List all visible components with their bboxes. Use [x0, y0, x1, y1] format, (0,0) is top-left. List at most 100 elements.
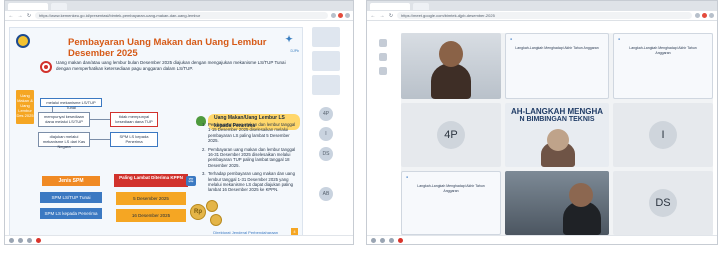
reload-icon[interactable]: ↻ — [26, 13, 32, 19]
list-item: 2. Pembayaran uang makan dan lembur tangg… — [202, 146, 296, 168]
banner-line-2: N BIMBINGAN TEKNIS — [519, 116, 595, 123]
initial-tile[interactable]: DS — [613, 171, 713, 235]
initial-tile[interactable]: 4P — [401, 103, 501, 167]
meeting-grid: ● Langkah-Langkah Menghadapi Akhir Tahun… — [401, 33, 713, 235]
participant-video[interactable] — [312, 27, 340, 47]
spm-item: SPM LS kepada Penerima — [40, 208, 102, 219]
extension-icon[interactable] — [338, 13, 343, 18]
participant-video[interactable] — [312, 51, 340, 71]
conditions-list: 1. Pembayaran uang makan dan lembur tangg… — [202, 122, 298, 196]
kemenkeu-logo — [16, 34, 30, 48]
participant-strip: 4P I DS AB — [308, 27, 348, 239]
speaker-tile[interactable] — [505, 171, 609, 235]
share-logo: ● — [618, 37, 621, 41]
camera-icon[interactable] — [380, 237, 385, 243]
left-url-input[interactable]: https://www.kemenkeu.go.id/presentasi/bi… — [35, 12, 328, 19]
initial-avatar: DS — [649, 189, 677, 217]
left-address-bar: ← → ↻ https://www.kemenkeu.go.id/present… — [5, 11, 353, 21]
flow-arrow — [90, 119, 110, 120]
right-url-input[interactable]: https://meet.google.com/bimtek-djpb-dese… — [397, 12, 692, 19]
left-meeting-controls — [5, 235, 353, 244]
slide-title: Pembayaran Uang Makan dan Uang Lembur De… — [68, 37, 267, 59]
end-call-icon[interactable] — [36, 237, 41, 243]
left-active-tab[interactable] — [8, 2, 48, 10]
back-icon[interactable]: ← — [8, 13, 14, 19]
extension-icon[interactable] — [702, 13, 707, 18]
right-active-tab[interactable] — [370, 2, 410, 10]
participant-avatar[interactable]: AB — [319, 187, 333, 201]
back-icon[interactable]: ← — [370, 13, 376, 19]
participant-avatar[interactable]: I — [319, 127, 333, 141]
extension-icon[interactable] — [331, 13, 336, 18]
participant-head — [569, 183, 593, 207]
participant-avatar[interactable]: 4P — [319, 107, 333, 121]
camera-icon[interactable] — [18, 237, 23, 243]
participant-head — [439, 41, 463, 67]
flow-box-1: mempunyai kesediaan dana melalui LS/TUP — [38, 112, 90, 127]
shared-screen-tile[interactable]: ● Langkah-Langkah Menghadapi Akhir Tahun… — [401, 171, 501, 235]
flow-box-2: diajukan melalui mekanisme LS dari Kas N… — [38, 132, 90, 149]
present-icon[interactable] — [27, 237, 32, 243]
meeting-side-strip — [371, 33, 397, 235]
participant-video[interactable] — [312, 75, 340, 95]
right-tab-bar — [367, 1, 717, 11]
flow-top-box: melalui mekanisme LS/TUP Tunai — [40, 98, 102, 110]
left-tab-bar — [5, 1, 353, 11]
present-icon[interactable] — [389, 237, 394, 243]
share-logo: ● — [510, 37, 513, 41]
mic-icon[interactable] — [9, 237, 14, 243]
initial-avatar: 4P — [437, 121, 465, 149]
mic-icon[interactable] — [371, 237, 376, 243]
initial-tile[interactable]: I — [613, 103, 713, 167]
participant-head — [547, 129, 569, 151]
right-extensions — [695, 13, 714, 18]
deadline-item: 5 Desember 2025 — [116, 192, 186, 205]
shared-screen-tile[interactable]: ● Langkah-Langkah Menghadapi Akhir Tahun… — [505, 33, 609, 99]
initial-avatar: I — [649, 121, 677, 149]
coin-icon: Rp — [190, 204, 206, 220]
right-meeting-controls — [367, 235, 717, 244]
deadline-item: 16 Desember 2025 — [116, 209, 186, 222]
list-item: 1. Pembayaran uang makan dan lembur tangg… — [202, 122, 296, 144]
forward-icon[interactable]: → — [379, 13, 385, 19]
presentation-slide: ✦ DJPb Pembayaran Uang Makan dan Uang Le… — [9, 27, 303, 239]
chat-icon[interactable] — [379, 53, 387, 61]
share-title: Langkah-Langkah Menghadapi Akhir Tahun A… — [417, 184, 485, 193]
profile-icon[interactable] — [345, 13, 350, 18]
right-browser-window: ← → ↻ https://meet.google.com/bimtek-djp… — [366, 0, 718, 245]
target-icon — [40, 61, 52, 73]
side-label: Uang Makan & Uang Lembur Des 2025 — [16, 90, 34, 124]
share-logo: ● — [406, 175, 409, 179]
presenter-tile[interactable]: AH-LANGKAH MENGHA N BIMBINGAN TEKNIS — [505, 103, 609, 167]
share-title: Langkah-Langkah Menghadapi Akhir Tahun A… — [515, 46, 599, 50]
people-icon[interactable] — [379, 39, 387, 47]
flow-box-4: SPM LS kepada Penerima — [110, 132, 158, 147]
left-tab[interactable] — [51, 2, 67, 10]
end-call-icon[interactable] — [398, 237, 403, 243]
banner-line-1: AH-LANGKAH MENGHA — [511, 107, 603, 116]
slide-intro: Uang makan dan/atau uang lembur bulan De… — [56, 60, 286, 71]
right-address-bar: ← → ↻ https://meet.google.com/bimtek-djp… — [367, 11, 717, 21]
coin-icon — [210, 214, 222, 226]
left-extensions — [331, 13, 350, 18]
left-browser-window: ← → ↻ https://www.kemenkeu.go.id/present… — [4, 0, 354, 245]
spm-title: Jenis SPM — [42, 176, 100, 186]
share-title: Langkah-Langkah Menghadapi Akhir Tahun A… — [629, 46, 697, 55]
video-tile[interactable] — [401, 33, 501, 99]
activities-icon[interactable] — [379, 67, 387, 75]
left-content: ✦ DJPb Pembayaran Uang Makan dan Uang Le… — [5, 23, 353, 244]
flow-arrow — [90, 139, 110, 140]
right-tab[interactable] — [413, 2, 429, 10]
participant-avatar[interactable]: DS — [319, 147, 333, 161]
flow-box-3: tidak mempunyai kesediaan dana TUP — [110, 112, 158, 127]
shared-screen-tile[interactable]: ● Langkah-Langkah Menghadapi Akhir Tahun… — [613, 33, 713, 99]
right-content: ● Langkah-Langkah Menghadapi Akhir Tahun… — [367, 23, 717, 244]
list-item: 3. Terhadap pembayaran uang makan dan uan… — [202, 171, 295, 193]
extension-icon[interactable] — [695, 13, 700, 18]
profile-icon[interactable] — [709, 13, 714, 18]
participant-body — [431, 63, 471, 99]
deadline-title: Paling Lambat Diterima KPPN — [114, 174, 188, 187]
reload-icon[interactable]: ↻ — [388, 13, 394, 19]
forward-icon[interactable]: → — [17, 13, 23, 19]
coin-icon — [206, 200, 218, 212]
